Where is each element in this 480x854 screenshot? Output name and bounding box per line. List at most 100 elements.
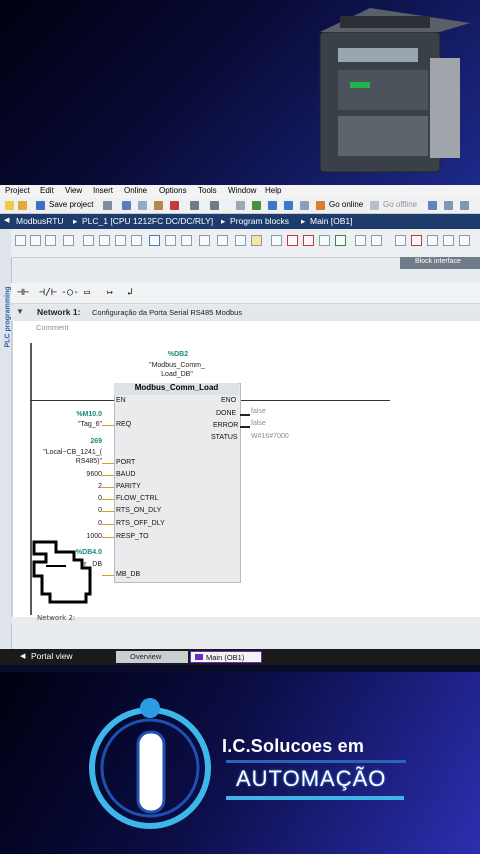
- network-2-header[interactable]: Network 2:: [11, 614, 480, 623]
- breadcrumb-sep: ▸: [301, 216, 306, 226]
- breadcrumb-main[interactable]: Main [OB1]: [310, 216, 353, 226]
- collapse-icon[interactable]: ▼: [16, 307, 24, 316]
- continue-icon[interactable]: [443, 235, 454, 246]
- error-wire: [240, 426, 250, 428]
- baud-operand[interactable]: 9600: [62, 471, 102, 478]
- symbol-icon[interactable]: [217, 235, 228, 246]
- go-offline-icon[interactable]: [370, 201, 379, 210]
- insert-network-icon[interactable]: [15, 235, 26, 246]
- monitor-icon[interactable]: [149, 235, 160, 246]
- menu-tools[interactable]: Tools: [198, 186, 217, 195]
- tab-main-ob1[interactable]: Main (OB1): [190, 651, 262, 663]
- copy-icon[interactable]: [138, 201, 147, 210]
- print-icon[interactable]: [103, 201, 112, 210]
- menu-view[interactable]: View: [65, 186, 82, 195]
- accessible-devices-icon[interactable]: [428, 201, 437, 210]
- breadcrumb: ◀ ModbusRTU ▸ PLC_1 [CPU 1212FC DC/DC/RL…: [0, 214, 480, 229]
- go-online-button[interactable]: Go online: [329, 200, 363, 209]
- breadcrumb-sep: ▸: [73, 216, 78, 226]
- open-project-icon[interactable]: [18, 201, 27, 210]
- watch-icon[interactable]: [355, 235, 366, 246]
- instance-db-name[interactable]: "Modbus_Comm_ Load_DB": [142, 361, 212, 379]
- status-bar: ◀ Portal view Overview Main (OB1): [0, 649, 480, 665]
- rts-off-dly-operand[interactable]: 0: [62, 520, 102, 527]
- delete-icon[interactable]: [170, 201, 179, 210]
- start-cpu-icon[interactable]: [444, 201, 453, 210]
- breadcrumb-project[interactable]: ModbusRTU: [16, 216, 64, 226]
- resp-to-wire: [102, 537, 114, 538]
- portal-view-button[interactable]: Portal view: [31, 651, 73, 661]
- toggle-absolute-icon[interactable]: [63, 235, 74, 246]
- address-icon[interactable]: [199, 235, 210, 246]
- close-all-icon[interactable]: [115, 235, 126, 246]
- block-interface-panel[interactable]: Block interface: [400, 257, 480, 269]
- monitor-on-icon[interactable]: [395, 235, 406, 246]
- bug-icon[interactable]: [335, 235, 346, 246]
- menu-project[interactable]: Project: [5, 186, 30, 195]
- zoom-icon[interactable]: [459, 235, 470, 246]
- rts-off-dly-wire: [102, 524, 114, 525]
- open-branch-icon[interactable]: ↦: [107, 287, 113, 298]
- coil-icon[interactable]: -○-: [61, 287, 79, 298]
- network-comment[interactable]: Comment: [36, 323, 69, 332]
- insert-row-icon[interactable]: [45, 235, 56, 246]
- box-icon[interactable]: ▭: [84, 287, 90, 298]
- cut-icon[interactable]: [122, 201, 131, 210]
- tab-overview[interactable]: Overview: [116, 651, 188, 663]
- breadcrumb-program-blocks[interactable]: Program blocks: [230, 216, 289, 226]
- new-project-icon[interactable]: [5, 201, 14, 210]
- comment-icon[interactable]: [131, 235, 142, 246]
- download-icon[interactable]: [268, 201, 277, 210]
- modify-icon[interactable]: [319, 235, 330, 246]
- pin-mb-db: MB_DB: [116, 571, 141, 578]
- grid-icon[interactable]: [251, 235, 262, 246]
- close-branch-icon[interactable]: ↲: [127, 287, 133, 298]
- upload-icon[interactable]: [284, 201, 293, 210]
- goto-icon[interactable]: [165, 235, 176, 246]
- flow-ctrl-wire: [102, 499, 114, 500]
- save-icon[interactable]: [36, 201, 45, 210]
- network-1-header[interactable]: ▼ Network 1: Configuração da Porta Seria…: [11, 305, 480, 322]
- step-icon[interactable]: [427, 235, 438, 246]
- menu-window[interactable]: Window: [228, 186, 256, 195]
- paste-icon[interactable]: [154, 201, 163, 210]
- menu-insert[interactable]: Insert: [93, 186, 113, 195]
- parity-operand[interactable]: 2: [62, 483, 102, 490]
- open-all-icon[interactable]: [99, 235, 110, 246]
- breadcrumb-sep: ▸: [221, 216, 226, 226]
- save-project-button[interactable]: Save project: [49, 200, 93, 209]
- undo-icon[interactable]: [190, 201, 199, 210]
- req-operand[interactable]: "Tag_6": [50, 421, 102, 428]
- tab-overview-label: Overview: [130, 652, 162, 661]
- redo-icon[interactable]: [210, 201, 219, 210]
- menu-options[interactable]: Options: [159, 186, 187, 195]
- compile-block-icon[interactable]: [271, 235, 282, 246]
- go-offline-button[interactable]: Go offline: [383, 200, 417, 209]
- rts-on-dly-operand[interactable]: 0: [62, 507, 102, 514]
- operand-display-icon[interactable]: [181, 235, 192, 246]
- delete-network-icon[interactable]: [30, 235, 41, 246]
- menu-edit[interactable]: Edit: [40, 186, 54, 195]
- port-operand[interactable]: "Local~CB_1241_( RS485)": [30, 448, 102, 466]
- compile-icon[interactable]: [252, 201, 261, 210]
- reset-icon[interactable]: [303, 235, 314, 246]
- menu-online[interactable]: Online: [124, 186, 147, 195]
- list-icon[interactable]: [235, 235, 246, 246]
- network-title[interactable]: Configuração da Porta Serial RS485 Modbu…: [92, 308, 242, 317]
- go-online-icon[interactable]: [316, 201, 325, 210]
- instance-db-address: %DB2: [167, 351, 189, 358]
- network-2-number: Network 2:: [37, 614, 76, 622]
- set-icon[interactable]: [287, 235, 298, 246]
- force-icon[interactable]: [371, 235, 382, 246]
- simulation-icon[interactable]: [300, 201, 309, 210]
- nc-contact-icon[interactable]: ⊣/⊢: [39, 287, 57, 298]
- split-icon[interactable]: [236, 201, 245, 210]
- favorites-icon[interactable]: [83, 235, 94, 246]
- menu-bar: Project Edit View Insert Online Options …: [0, 185, 480, 199]
- no-contact-icon[interactable]: ⊣⊢: [17, 287, 29, 298]
- breadcrumb-plc[interactable]: PLC_1 [CPU 1212FC DC/DC/RLY]: [82, 216, 213, 226]
- flow-ctrl-operand[interactable]: 0: [62, 495, 102, 502]
- breakpoint-icon[interactable]: [411, 235, 422, 246]
- stop-cpu-icon[interactable]: [460, 201, 469, 210]
- menu-help[interactable]: Help: [265, 186, 281, 195]
